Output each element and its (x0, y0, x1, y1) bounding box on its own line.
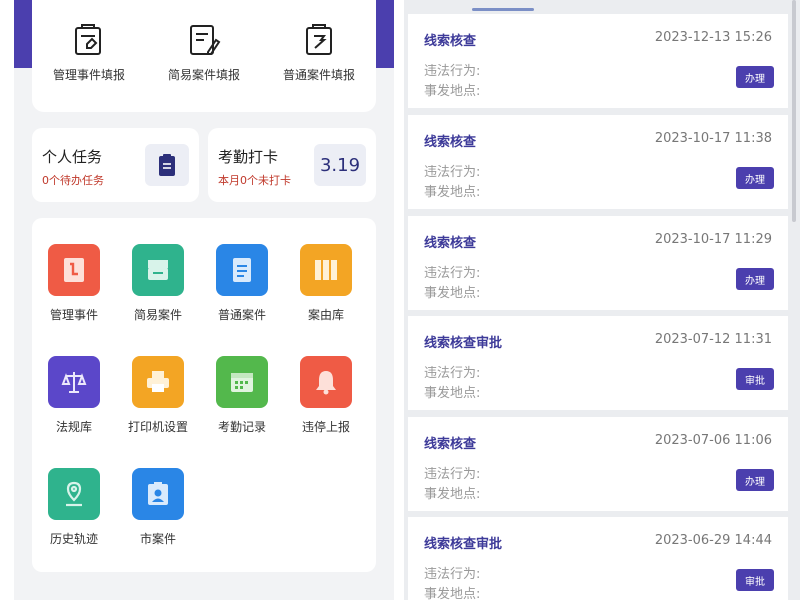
list-item[interactable]: 线索核查 2023-12-13 15:26 违法行为: 事发地点: 办理 (408, 14, 788, 108)
normal-case-icon (216, 244, 268, 296)
simple-case-form-button[interactable]: 简易案件填报 (149, 22, 259, 83)
item-time: 2023-06-29 14:44 (654, 533, 772, 548)
manage-form-icon (75, 24, 101, 55)
active-tab-indicator (472, 8, 534, 11)
attendance-date-box: 3.19 (314, 144, 366, 186)
app-parking-report[interactable]: 违停上报 (284, 356, 368, 435)
app-normal-case[interactable]: 普通案件 (200, 244, 284, 323)
handle-button[interactable]: 办理 (736, 268, 774, 290)
clipboard-icon (159, 154, 175, 176)
tasks-icon-box (145, 144, 189, 186)
scrollbar[interactable] (792, 0, 796, 222)
app-label: 市案件 (139, 532, 176, 546)
app-city-case[interactable]: 市案件 (116, 468, 200, 547)
manage-event-icon (48, 244, 100, 296)
app-label: 违停上报 (301, 420, 350, 434)
calendar-icon (216, 356, 268, 408)
attendance-subtitle: 本月0个未打卡 (218, 174, 291, 187)
library-icon (300, 244, 352, 296)
tasks-title: 个人任务 (42, 148, 103, 166)
item-title: 线索核查 (424, 34, 477, 49)
item-location: 事发地点: (424, 587, 481, 600)
app-case-library[interactable]: 案由库 (284, 244, 368, 323)
list-item[interactable]: 线索核查 2023-10-17 11:29 违法行为: 事发地点: 办理 (408, 216, 788, 310)
app-regulations[interactable]: 法规库 (32, 356, 116, 435)
form-label: 简易案件填报 (167, 68, 240, 82)
app-label: 打印机设置 (127, 420, 188, 434)
list-item[interactable]: 线索核查审批 2023-06-29 14:44 违法行为: 事发地点: 审批 (408, 517, 788, 600)
app-label: 历史轨迹 (49, 532, 98, 546)
item-violation: 违法行为: (424, 467, 481, 482)
app-history-track[interactable]: 历史轨迹 (32, 468, 116, 547)
app-label: 普通案件 (217, 308, 266, 322)
app-attendance-record[interactable]: 考勤记录 (200, 356, 284, 435)
location-icon (48, 468, 100, 520)
item-time: 2023-12-13 15:26 (654, 30, 772, 45)
handle-button[interactable]: 办理 (736, 469, 774, 491)
item-title: 线索核查 (424, 437, 477, 452)
item-time: 2023-10-17 11:29 (654, 232, 772, 247)
app-label: 管理事件 (49, 308, 98, 322)
app-printer-settings[interactable]: 打印机设置 (116, 356, 200, 435)
item-location: 事发地点: (424, 84, 481, 99)
handle-button[interactable]: 办理 (736, 167, 774, 189)
simple-form-icon (190, 25, 221, 55)
normal-case-form-button[interactable]: 普通案件填报 (264, 22, 374, 83)
item-time: 2023-07-06 11:06 (654, 433, 772, 448)
task-list-panel: 线索核查 2023-12-13 15:26 违法行为: 事发地点: 办理 线索核… (404, 0, 800, 600)
handle-button[interactable]: 办理 (736, 66, 774, 88)
list-item[interactable]: 线索核查审批 2023-07-12 11:31 违法行为: 事发地点: 审批 (408, 316, 788, 410)
apps-grid-card: 管理事件 简易案件 普通案件 案由库 法规库 打印机设置 考勤记录 违停上报 历… (32, 218, 376, 572)
item-title: 线索核查 (424, 236, 477, 251)
attendance-card[interactable]: 考勤打卡 本月0个未打卡 3.19 (208, 128, 376, 202)
form-label: 普通案件填报 (282, 68, 355, 82)
item-violation: 违法行为: (424, 567, 481, 582)
attendance-title: 考勤打卡 (218, 148, 279, 166)
app-label: 简易案件 (133, 308, 182, 322)
printer-icon (132, 356, 184, 408)
app-label: 考勤记录 (217, 420, 266, 434)
manage-event-form-button[interactable]: 管理事件填报 (34, 22, 144, 83)
app-label: 案由库 (307, 308, 344, 322)
simple-case-icon (132, 244, 184, 296)
item-location: 事发地点: (424, 185, 481, 200)
tasks-subtitle: 0个待办任务 (42, 174, 104, 187)
item-location: 事发地点: (424, 487, 481, 502)
form-label: 管理事件填报 (52, 68, 125, 82)
scales-icon (48, 356, 100, 408)
attendance-date: 3.19 (319, 154, 361, 176)
list-item[interactable]: 线索核查 2023-07-06 11:06 违法行为: 事发地点: 办理 (408, 417, 788, 511)
item-title: 线索核查审批 (424, 537, 503, 552)
item-time: 2023-10-17 11:38 (654, 131, 772, 146)
item-location: 事发地点: (424, 286, 481, 301)
app-simple-case[interactable]: 简易案件 (116, 244, 200, 323)
personal-tasks-card[interactable]: 个人任务 0个待办任务 (32, 128, 199, 202)
list-item[interactable]: 线索核查 2023-10-17 11:38 违法行为: 事发地点: 办理 (408, 115, 788, 209)
app-label: 法规库 (55, 420, 92, 434)
normal-form-icon (306, 24, 332, 55)
bell-icon (300, 356, 352, 408)
item-violation: 违法行为: (424, 366, 481, 381)
item-location: 事发地点: (424, 386, 481, 401)
item-time: 2023-07-12 11:31 (654, 332, 772, 347)
quick-forms-card: 管理事件填报 简易案件填报 普通案件填报 (32, 0, 376, 112)
approve-button[interactable]: 审批 (736, 368, 774, 390)
id-badge-icon (132, 468, 184, 520)
item-title: 线索核查审批 (424, 336, 503, 351)
app-manage-event[interactable]: 管理事件 (32, 244, 116, 323)
item-violation: 违法行为: (424, 64, 481, 79)
approve-button[interactable]: 审批 (736, 569, 774, 591)
item-title: 线索核查 (424, 135, 477, 150)
item-violation: 违法行为: (424, 165, 481, 180)
item-violation: 违法行为: (424, 266, 481, 281)
home-panel: 管理事件填报 简易案件填报 普通案件填报 个人任务 0个待办任务 考勤打卡 本月… (14, 0, 394, 600)
